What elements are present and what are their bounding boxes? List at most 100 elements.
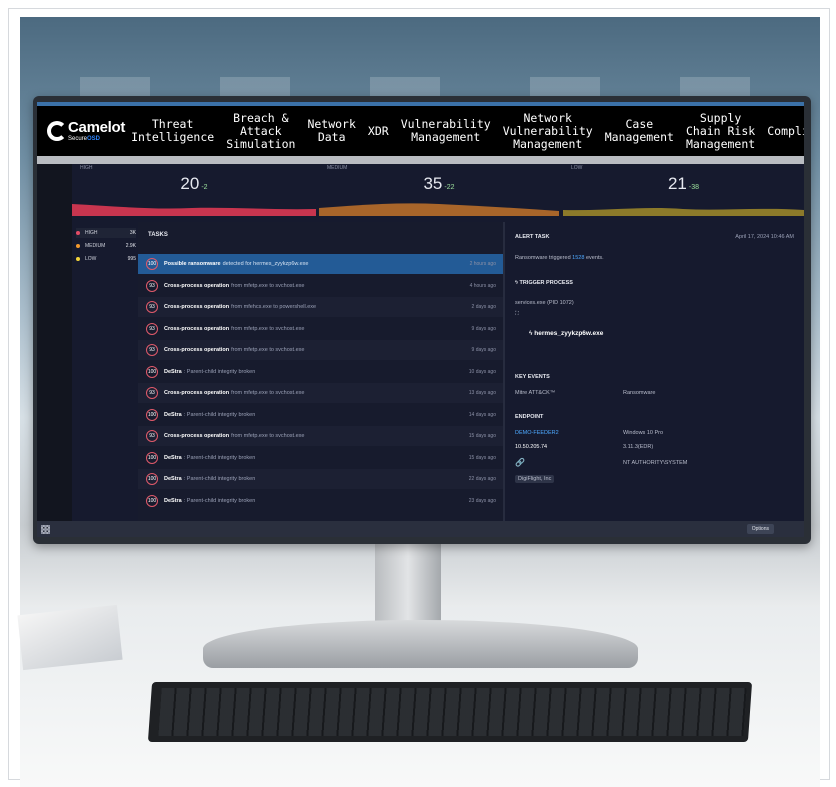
task-detail: from mfetp.exe to svchost.exe xyxy=(231,390,305,396)
left-sidebar xyxy=(37,164,72,521)
stat-value: 20 -2 xyxy=(180,174,208,193)
score-badge: 100 xyxy=(146,258,158,270)
severity-label: HIGH xyxy=(85,230,98,236)
task-row[interactable]: 100 DeStra: Parent-child integrity broken… xyxy=(138,469,503,489)
link-icon[interactable]: 🔗 xyxy=(515,458,525,467)
task-title: Cross-process operation xyxy=(164,433,230,439)
stat-card-medium[interactable]: MEDIUM 35 -22 xyxy=(319,164,559,216)
task-detail: : Parent-child integrity broken xyxy=(183,497,256,504)
task-row[interactable]: 93 Cross-process operation from mfetp.exe … xyxy=(138,319,503,339)
task-detail: from mfetp.exe to svchost.exe xyxy=(231,325,305,332)
task-title: DeStra xyxy=(164,497,182,504)
nav-item[interactable]: Network Vulnerability Management xyxy=(497,111,599,151)
severity-row[interactable]: LOW 995 xyxy=(76,254,136,264)
stat-label: MEDIUM xyxy=(327,165,348,171)
monitor-stand-neck xyxy=(375,544,441,628)
alert-date: April 17, 2024 10:46 AM xyxy=(735,234,794,240)
task-title: DeStra xyxy=(164,476,182,482)
score-badge: 93 xyxy=(146,301,158,313)
task-time: 14 days ago xyxy=(468,411,496,418)
child-process[interactable]: ϟ hermes_zyykzp6w.exe xyxy=(529,330,603,337)
task-detail: from mfehcs.exe to powershell.exe xyxy=(231,304,317,310)
score-badge: 93 xyxy=(146,279,158,292)
task-time: 13 days ago xyxy=(468,390,496,396)
endpoint-title: ENDPOINT xyxy=(515,414,544,420)
task-title: DeStra xyxy=(164,411,182,418)
task-row[interactable]: 100 DeStra: Parent-child integrity broken… xyxy=(138,362,503,382)
stat-sparkline xyxy=(319,203,559,216)
severity-dot-icon xyxy=(76,231,80,235)
task-row[interactable]: 100 DeStra: Parent-child integrity broken… xyxy=(138,405,503,425)
keyboard-keys xyxy=(158,688,747,736)
nav-item[interactable]: XDR xyxy=(362,124,395,138)
task-row[interactable]: 93 Cross-process operation from mfetp.exe … xyxy=(138,383,503,403)
score-badge: 93 xyxy=(146,430,158,442)
task-time: 4 hours ago xyxy=(469,282,496,289)
task-detail: from mfetp.exe to svchost.exe xyxy=(231,433,305,439)
severity-row[interactable]: MEDIUM 2.9K xyxy=(76,241,136,251)
tasks-panel: TASKS 100 Possible ransomware detected for… xyxy=(138,222,503,522)
alert-task-panel: ALERT TASK April 17, 2024 10:46 AM Ranso… xyxy=(503,222,804,522)
task-detail: detected for hermes_zyykzp6w.exe xyxy=(222,261,309,267)
paper-stack xyxy=(17,604,123,671)
nav-item[interactable]: Network Data xyxy=(301,118,361,144)
score-badge: 100 xyxy=(146,494,158,507)
task-time: 9 days ago xyxy=(471,325,496,332)
stat-label: LOW xyxy=(571,165,583,171)
endpoint-tag[interactable]: DigiFlight, Inc xyxy=(515,475,555,483)
task-row[interactable]: 93 Cross-process operation from mfehcs.exe… xyxy=(138,297,503,317)
task-title: Cross-process operation xyxy=(164,347,230,353)
task-row[interactable]: 93 Cross-process operation from mfetp.exe … xyxy=(138,426,503,446)
severity-label: MEDIUM xyxy=(85,243,106,249)
task-row[interactable]: 100 DeStra: Parent-child integrity broken… xyxy=(138,491,503,511)
task-time: 10 days ago xyxy=(468,368,496,375)
task-title: Cross-process operation xyxy=(164,325,230,332)
nav-item[interactable]: Breach & Attack Simulation xyxy=(220,111,301,151)
task-detail: : Parent-child integrity broken xyxy=(183,454,256,461)
task-time: 15 days ago xyxy=(468,454,496,461)
endpoint-name[interactable]: DEMO-FEEDER2 xyxy=(515,430,559,436)
stat-sparkline xyxy=(563,208,804,216)
key-event-mitre[interactable]: Mitre ATT&CK™ xyxy=(515,390,555,396)
nav-item[interactable]: Vulnerability Management xyxy=(395,118,497,144)
key-event-ransomware[interactable]: Ransomware xyxy=(623,390,655,396)
trigger-process-title: ϟ TRIGGER PROCESS xyxy=(515,280,573,286)
process-tree-icon: ⛶ xyxy=(515,311,519,317)
options-button[interactable]: Options xyxy=(746,524,774,534)
task-detail: : Parent-child integrity broken xyxy=(183,411,256,418)
score-badge: 100 xyxy=(146,408,158,421)
task-title: DeStra xyxy=(164,454,182,461)
stat-card-high[interactable]: HIGH 20 -2 xyxy=(72,164,316,216)
severity-panel: HIGH 3K MEDIUM 2.9K LOW 995 xyxy=(72,222,138,522)
alert-summary: Ransomware triggered 1528 events. xyxy=(515,255,604,261)
key-events-title: KEY EVENTS xyxy=(515,374,550,380)
severity-count: 3K xyxy=(129,230,136,236)
task-row[interactable]: 100 Possible ransomware detected for herme… xyxy=(138,254,503,274)
stat-card-low[interactable]: LOW 21 -38 xyxy=(563,164,804,216)
task-row[interactable]: 93 Cross-process operation from mfetp.exe … xyxy=(138,340,503,360)
apps-grid-icon[interactable] xyxy=(41,524,50,534)
severity-row[interactable]: HIGH 3K xyxy=(76,228,136,238)
score-badge: 100 xyxy=(146,365,158,378)
stat-label: HIGH xyxy=(80,165,93,171)
nav-item[interactable]: Threat Intelligence xyxy=(125,118,220,144)
app-screen: Camelot SecureOSD Threat Intelligence Bre… xyxy=(37,102,804,537)
task-detail: from mfetp.exe to svchost.exe xyxy=(231,347,305,353)
score-badge: 93 xyxy=(146,387,158,399)
top-navigation: Camelot SecureOSD Threat Intelligence Bre… xyxy=(37,106,804,156)
task-detail: : Parent-child integrity broken xyxy=(183,368,256,375)
score-badge: 93 xyxy=(146,322,158,335)
nav-item[interactable]: Supply Chain Risk Management xyxy=(680,111,761,151)
task-row[interactable]: 100 DeStra: Parent-child integrity broken… xyxy=(138,448,503,468)
task-title: Possible ransomware xyxy=(164,261,221,267)
bottom-bar: Options xyxy=(37,521,804,537)
alert-title: ALERT TASK xyxy=(515,234,550,240)
brand-logo[interactable]: Camelot SecureOSD xyxy=(37,106,125,156)
endpoint-user: NT AUTHORITY\SYSTEM xyxy=(623,460,688,466)
parent-process[interactable]: services.exe (PID 1072) xyxy=(515,300,574,306)
task-title: Cross-process operation xyxy=(164,282,230,289)
nav-item[interactable]: Case Management xyxy=(599,118,680,144)
task-row[interactable]: 93 Cross-process operation from mfetp.exe … xyxy=(138,276,503,296)
task-time: 2 hours ago xyxy=(469,261,496,267)
nav-item[interactable]: Compliance xyxy=(761,124,804,138)
